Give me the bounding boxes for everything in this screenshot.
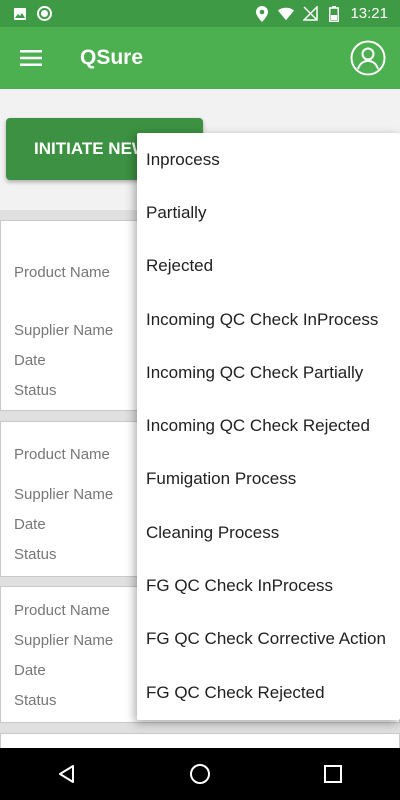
- date-label: Date: [14, 662, 46, 679]
- dropdown-item-fg-qc-inprocess[interactable]: FG QC Check InProcess: [137, 559, 400, 612]
- status-label: Status: [14, 692, 57, 709]
- dropdown-item-rejected[interactable]: Rejected: [137, 240, 400, 293]
- supplier-name-label: Supplier Name: [14, 322, 114, 339]
- signal-off-icon: [302, 6, 318, 22]
- wifi-icon: [278, 6, 295, 22]
- supplier-name-label: Supplier Name: [14, 486, 114, 503]
- dropdown-item-incoming-qc-partially[interactable]: Incoming QC Check Partially: [137, 346, 400, 399]
- dropdown-item-incoming-qc-inprocess[interactable]: Incoming QC Check InProcess: [137, 293, 400, 346]
- home-icon[interactable]: [170, 748, 230, 800]
- dropdown-item-fg-qc-rejected[interactable]: FG QC Check Rejected: [137, 666, 400, 719]
- hamburger-menu-icon[interactable]: [0, 27, 62, 89]
- date-label: Date: [14, 352, 46, 369]
- product-name-label: Product Name: [14, 446, 110, 463]
- image-icon: [12, 6, 28, 22]
- back-icon[interactable]: [37, 748, 97, 800]
- initiate-new-button-label: INITIATE NEW: [34, 139, 148, 158]
- product-name-label: Product Name: [14, 602, 110, 619]
- record-icon: [36, 6, 52, 22]
- list-item[interactable]: [0, 733, 400, 748]
- status-bar: 13:21: [0, 0, 400, 27]
- dropdown-item-cleaning-process[interactable]: Cleaning Process: [137, 506, 400, 559]
- account-circle-icon[interactable]: [348, 38, 388, 78]
- dropdown-item-fg-qc-corrective-action[interactable]: FG QC Check Corrective Action: [137, 613, 400, 666]
- dropdown-item-partially[interactable]: Partially: [137, 186, 400, 239]
- app-bar: QSure: [0, 27, 400, 89]
- status-filter-dropdown: Inprocess Partially Rejected Incoming QC…: [137, 133, 400, 720]
- dropdown-item-inprocess[interactable]: Inprocess: [137, 133, 400, 186]
- dropdown-item-incoming-qc-rejected[interactable]: Incoming QC Check Rejected: [137, 399, 400, 452]
- status-label: Status: [14, 382, 57, 399]
- app-title: QSure: [80, 46, 144, 69]
- battery-icon: [326, 5, 342, 22]
- date-label: Date: [14, 516, 46, 533]
- location-icon: [254, 5, 270, 22]
- card-divider: [0, 723, 400, 733]
- status-label: Status: [14, 546, 57, 563]
- recents-icon[interactable]: [303, 748, 363, 800]
- supplier-name-label: Supplier Name: [14, 632, 114, 649]
- system-nav-bar: [0, 748, 400, 800]
- dropdown-item-fumigation-process[interactable]: Fumigation Process: [137, 453, 400, 506]
- product-name-label: Product Name: [14, 264, 110, 281]
- status-time: 13:21: [350, 5, 388, 22]
